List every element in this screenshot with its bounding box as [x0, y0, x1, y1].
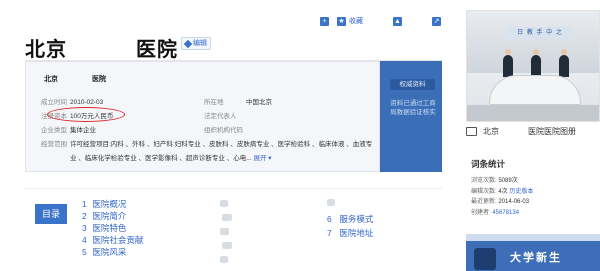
blurred-item [220, 256, 228, 263]
blurred-item [220, 200, 228, 207]
caption-name-part1: 北京 [483, 127, 499, 136]
info-row-type: 企业类型 集体企业 组织机构代码 [41, 124, 243, 134]
catalog-list-left: 1 医院概况 2 医院简介 3 医院特色 4 医院社会贡献 5 医院风采 [82, 198, 143, 258]
row-value: 集体企业 [70, 127, 96, 134]
favorite-button[interactable]: 收藏 [349, 16, 363, 26]
row-label: 成立时间 [41, 99, 67, 106]
highlight-circle [47, 107, 125, 122]
stats-updated: 最近更新: 2014-06-03 [471, 199, 530, 205]
blurred-item [327, 199, 335, 206]
gallery-link[interactable]: 医院图册 [544, 126, 576, 137]
catalog-item[interactable]: 4 医院社会贡献 [82, 234, 143, 246]
blurred-item [222, 214, 232, 221]
share-icon[interactable]: ↗ [432, 16, 441, 26]
edit-button[interactable]: 编辑 [181, 37, 211, 50]
photo-person [531, 55, 541, 77]
photo-desk [489, 75, 581, 105]
photo-person [503, 55, 513, 77]
history-link[interactable]: 历史版本 [509, 189, 533, 195]
photo-sign: 日 教 手 中 之 [507, 27, 573, 39]
banner-text: 大学新生 [510, 252, 562, 264]
plus-icon[interactable]: + [320, 16, 329, 26]
title-part2: 医院 [136, 39, 178, 61]
row-label2: 所在地 [204, 99, 224, 106]
stats-list: 浏览次数: 5089次 编辑次数: 4次 历史版本 最近更新: 2014-06-… [471, 176, 533, 218]
card-name: 北京 医院 [44, 74, 138, 84]
page-title: 北京 医院 [25, 33, 177, 62]
catalog-list-right: 6 服务模式 7 医院地址 [327, 212, 373, 240]
row-value: 业 、临床化学检验专业 、医学影像科 、超声诊断专业 、心电... [70, 155, 252, 162]
card-name-part2: 医院 [91, 76, 106, 83]
catalog-item[interactable]: 1 医院概况 [82, 198, 143, 210]
row-value2: 中国北京 [246, 99, 272, 106]
blurred-item [222, 242, 232, 249]
image-icon [466, 127, 477, 136]
expand-link[interactable]: 展开 ▾ [253, 155, 271, 162]
catalog-item[interactable]: 2 医院简介 [82, 210, 143, 222]
pencil-icon [183, 39, 193, 48]
banner-logo [474, 248, 496, 270]
card-name-part1: 北京 [44, 76, 58, 83]
row-label2: 法定代表人 [204, 113, 237, 120]
catalog-item[interactable]: 6 服务模式 [327, 212, 373, 226]
authority-panel: 权威资料 资料已通过工商局数据验证核实 [380, 61, 442, 172]
stats-creator: 创建者: 45678134 [471, 209, 520, 216]
caption-name-part2: 医院 [528, 127, 544, 136]
row-label: 经营范围 [41, 141, 67, 148]
blurred-item [220, 228, 229, 235]
star-icon[interactable]: ★ [337, 16, 346, 26]
page: + ★ 收藏 ▲ ↗ 北京 医院 编辑 北京 医院 成立时间 2010-02-03… [0, 0, 600, 271]
row-value: 2010-02-03 [70, 99, 104, 106]
ad-banner[interactable]: 大学新生 [466, 234, 600, 271]
thumbs-up-icon[interactable]: ▲ [393, 16, 402, 26]
title-part1: 北京 [25, 39, 67, 61]
catalog-item[interactable]: 7 医院地址 [327, 226, 373, 240]
action-toolbar: + ★ 收藏 ▲ ↗ [320, 16, 441, 26]
divider [25, 188, 442, 189]
row-value: 许可经营项目:内科 、外科 、妇产科:妇科专业 、皮肤科 、皮肤病专业 、医学检… [70, 141, 373, 148]
edit-label: 编辑 [193, 40, 207, 47]
info-row-scope: 经营范围 许可经营项目:内科 、外科 、妇产科:妇科专业 、皮肤科 、皮肤病专业 … [41, 138, 372, 148]
row-label: 企业类型 [41, 127, 67, 134]
creator-link[interactable]: 45678134 [492, 210, 519, 216]
catalog-item[interactable]: 3 医院特色 [82, 222, 143, 234]
hospital-photo[interactable]: 日 教 手 中 之 [466, 10, 600, 122]
row-label2: 组织机构代码 [204, 127, 243, 134]
authority-badge[interactable]: 权威资料 [390, 79, 435, 90]
authority-note: 资料已通过工商局数据验证核实 [390, 100, 436, 116]
info-row-scope-cont: 业 、临床化学检验专业 、医学影像科 、超声诊断专业 、心电... 展开 ▾ [41, 152, 272, 162]
banner-strip [466, 234, 600, 241]
info-row-founded: 成立时间 2010-02-03 所在地 中国北京 [41, 96, 272, 106]
photo-caption: 北京 医院 医院图册 [466, 126, 576, 137]
photo-person [559, 55, 569, 77]
stats-views: 浏览次数: 5089次 [471, 178, 518, 184]
catalog-button[interactable]: 目录 [35, 204, 67, 224]
catalog-item[interactable]: 5 医院风采 [82, 246, 143, 258]
stats-edits: 编辑次数: 4次 历史版本 [471, 188, 534, 195]
stats-title: 词条统计 [471, 159, 506, 169]
photo-floor [467, 105, 599, 121]
